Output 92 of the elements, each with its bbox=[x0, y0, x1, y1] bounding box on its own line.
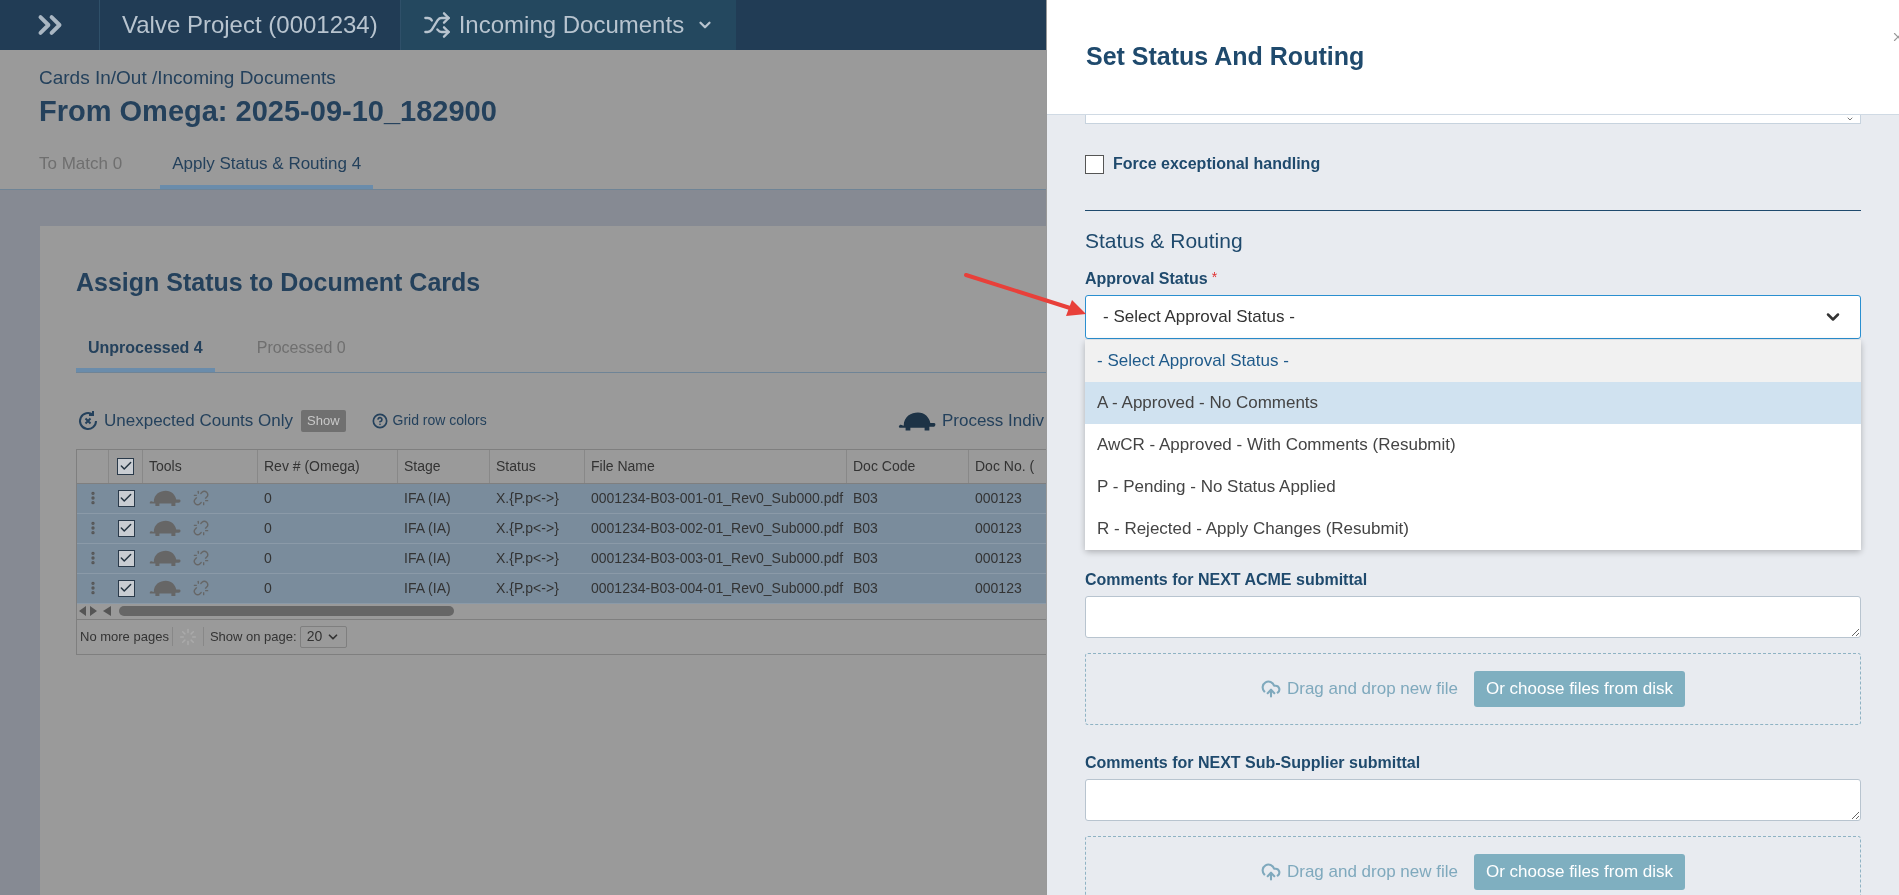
choose-files-button[interactable]: Or choose files from disk bbox=[1474, 853, 1686, 890]
comments-field[interactable] bbox=[1085, 595, 1861, 638]
table-cell-text: X.{P.p<->} bbox=[495, 548, 560, 568]
table-cell-text: 0001234-B03-001-01_Rev0_Sub000.pdf bbox=[590, 488, 845, 508]
table-cell-text: X.{P.p<->} bbox=[495, 518, 560, 538]
approval-status-select[interactable]: - Select Approval Status - bbox=[1085, 294, 1861, 339]
help-icon bbox=[371, 412, 388, 429]
dropdown-field[interactable] bbox=[1085, 115, 1861, 124]
required-mark: * bbox=[1211, 267, 1218, 287]
show-button[interactable]: Show bbox=[301, 409, 346, 432]
column-header[interactable]: File Name bbox=[585, 449, 847, 483]
chevron-down-icon bbox=[1846, 115, 1854, 123]
table-cell-text: X.{P.p<->} bbox=[495, 488, 560, 508]
table-cell-text: 0001234-B03-002-01_Rev0_Sub000.pdf bbox=[590, 518, 845, 538]
table-cell-text: 0001234-B03-003-01_Rev0_Sub000.pdf bbox=[590, 548, 845, 568]
table-cell-text: 0 bbox=[263, 488, 273, 508]
table-row[interactable]: 0 IFA (IA) X.{P.p<->} 0001234-B03-002-01_Rev0_Sub000.pdf B03 000123 bbox=[77, 513, 1046, 544]
table-cell-text: B03 bbox=[852, 578, 879, 598]
dropdown-option[interactable]: A - Approved - No Comments bbox=[1085, 381, 1861, 424]
process-individually-button[interactable]: Process Indiv bbox=[941, 407, 1044, 434]
scroll-arrows-icon[interactable] bbox=[79, 606, 97, 616]
column-header[interactable]: Rev # (Omega) bbox=[258, 449, 398, 483]
cloud-upload-icon bbox=[1260, 678, 1281, 699]
table-cell-text: 000123 bbox=[974, 518, 1023, 538]
comments-field[interactable] bbox=[1085, 778, 1861, 821]
project-breadcrumb[interactable]: Valve Project (0001234) bbox=[100, 0, 401, 50]
turtle-icon bbox=[149, 549, 181, 567]
checkbox-label: Force exceptional handling bbox=[1113, 154, 1321, 174]
shuffle-icon bbox=[422, 11, 451, 39]
table-cell-text: IFA (IA) bbox=[403, 518, 452, 538]
row-checkbox[interactable] bbox=[117, 519, 135, 537]
table-cell-text: 0 bbox=[263, 548, 273, 568]
module-breadcrumb[interactable]: Incoming Documents bbox=[400, 0, 737, 50]
turtle-icon bbox=[149, 579, 181, 597]
scroll-left-icon[interactable] bbox=[103, 606, 111, 616]
column-header[interactable]: Doc Code bbox=[847, 449, 969, 483]
turtle-icon bbox=[149, 489, 181, 507]
table-cell-text: IFA (IA) bbox=[403, 578, 452, 598]
drop-zone[interactable]: Drag and drop new file Or choose files from disk bbox=[1085, 652, 1861, 725]
refresh-x-icon bbox=[76, 408, 100, 433]
choose-files-button[interactable]: Or choose files from disk bbox=[1474, 670, 1686, 707]
panel-title: Set Status And Routing bbox=[1086, 41, 1365, 73]
dropdown-option[interactable]: AwCR - Approved - With Comments (Resubmit) bbox=[1085, 423, 1861, 466]
grid-row-colors-link[interactable]: Grid row colors bbox=[392, 410, 487, 431]
checkbox[interactable] bbox=[1085, 154, 1104, 174]
row-checkbox[interactable] bbox=[117, 549, 135, 567]
row-checkbox[interactable] bbox=[117, 489, 135, 507]
tab[interactable]: Unprocessed 4 bbox=[76, 335, 215, 372]
unlink-icon[interactable] bbox=[193, 580, 209, 596]
pagination-status: No more pages bbox=[77, 626, 173, 647]
column-header[interactable]: Status bbox=[490, 449, 585, 483]
table-cell-text: B03 bbox=[852, 488, 879, 508]
dropdown-option[interactable]: - Select Approval Status - bbox=[1085, 339, 1861, 382]
table-row[interactable]: 0 IFA (IA) X.{P.p<->} 0001234-B03-004-01_Rev0_Sub000.pdf B03 000123 bbox=[77, 573, 1046, 604]
table-cell-text: IFA (IA) bbox=[403, 488, 452, 508]
drop-zone[interactable]: Drag and drop new file Or choose files from disk bbox=[1085, 835, 1861, 895]
breadcrumb: Cards In/Out /Incoming Documents bbox=[39, 66, 337, 90]
table-cell-text: 0001234-B03-004-01_Rev0_Sub000.pdf bbox=[590, 578, 845, 598]
card-title: Assign Status to Document Cards bbox=[76, 267, 482, 298]
table-row[interactable]: 0 IFA (IA) X.{P.p<->} 0001234-B03-001-01_Rev0_Sub000.pdf B03 000123 bbox=[77, 483, 1046, 514]
page-size-select[interactable]: 20 bbox=[299, 625, 348, 648]
dropdown-option[interactable]: P - Pending - No Status Applied bbox=[1085, 465, 1861, 508]
dropdown-option[interactable]: R - Rejected - Apply Changes (Resubmit) bbox=[1085, 507, 1861, 550]
table-cell-text: IFA (IA) bbox=[403, 548, 452, 568]
table-cell-text: 0 bbox=[263, 518, 273, 538]
unlink-icon[interactable] bbox=[193, 550, 209, 566]
table-row[interactable]: 0 IFA (IA) X.{P.p<->} 0001234-B03-003-01_Rev0_Sub000.pdf B03 000123 bbox=[77, 543, 1046, 574]
turtle-icon bbox=[149, 519, 181, 537]
cloud-upload-icon bbox=[1260, 861, 1281, 882]
table-cell-text: 0 bbox=[263, 578, 273, 598]
page-size-label: Show on page: bbox=[202, 626, 297, 647]
table-cell-text: 000123 bbox=[974, 578, 1023, 598]
unlink-icon[interactable] bbox=[193, 490, 209, 506]
filter-label: Unexpected Counts Only bbox=[104, 409, 293, 432]
field-label: Comments for NEXT ACME submittal bbox=[1085, 569, 1369, 590]
table-cell-text: B03 bbox=[852, 548, 879, 568]
unlink-icon[interactable] bbox=[193, 520, 209, 536]
row-checkbox[interactable] bbox=[117, 579, 135, 597]
drop-hint: Drag and drop new file bbox=[1286, 677, 1458, 700]
field-label: Comments for NEXT Sub-Supplier submittal bbox=[1085, 752, 1422, 773]
select-all-checkbox[interactable] bbox=[117, 457, 134, 475]
field-label: Approval Status bbox=[1085, 268, 1208, 289]
table-cell-text: X.{P.p<->} bbox=[495, 578, 560, 598]
table-cell-text: B03 bbox=[852, 518, 879, 538]
column-header[interactable]: Stage bbox=[398, 449, 490, 483]
section-title: Status & Routing bbox=[1085, 228, 1244, 254]
table-cell-text: 000123 bbox=[974, 488, 1023, 508]
scrollbar-thumb[interactable] bbox=[119, 606, 454, 616]
page-title: From Omega: 2025-09-10_182900 bbox=[39, 93, 498, 129]
column-header[interactable]: Tools bbox=[143, 449, 258, 483]
table-cell-text: 000123 bbox=[974, 548, 1023, 568]
drop-hint: Drag and drop new file bbox=[1286, 860, 1458, 883]
